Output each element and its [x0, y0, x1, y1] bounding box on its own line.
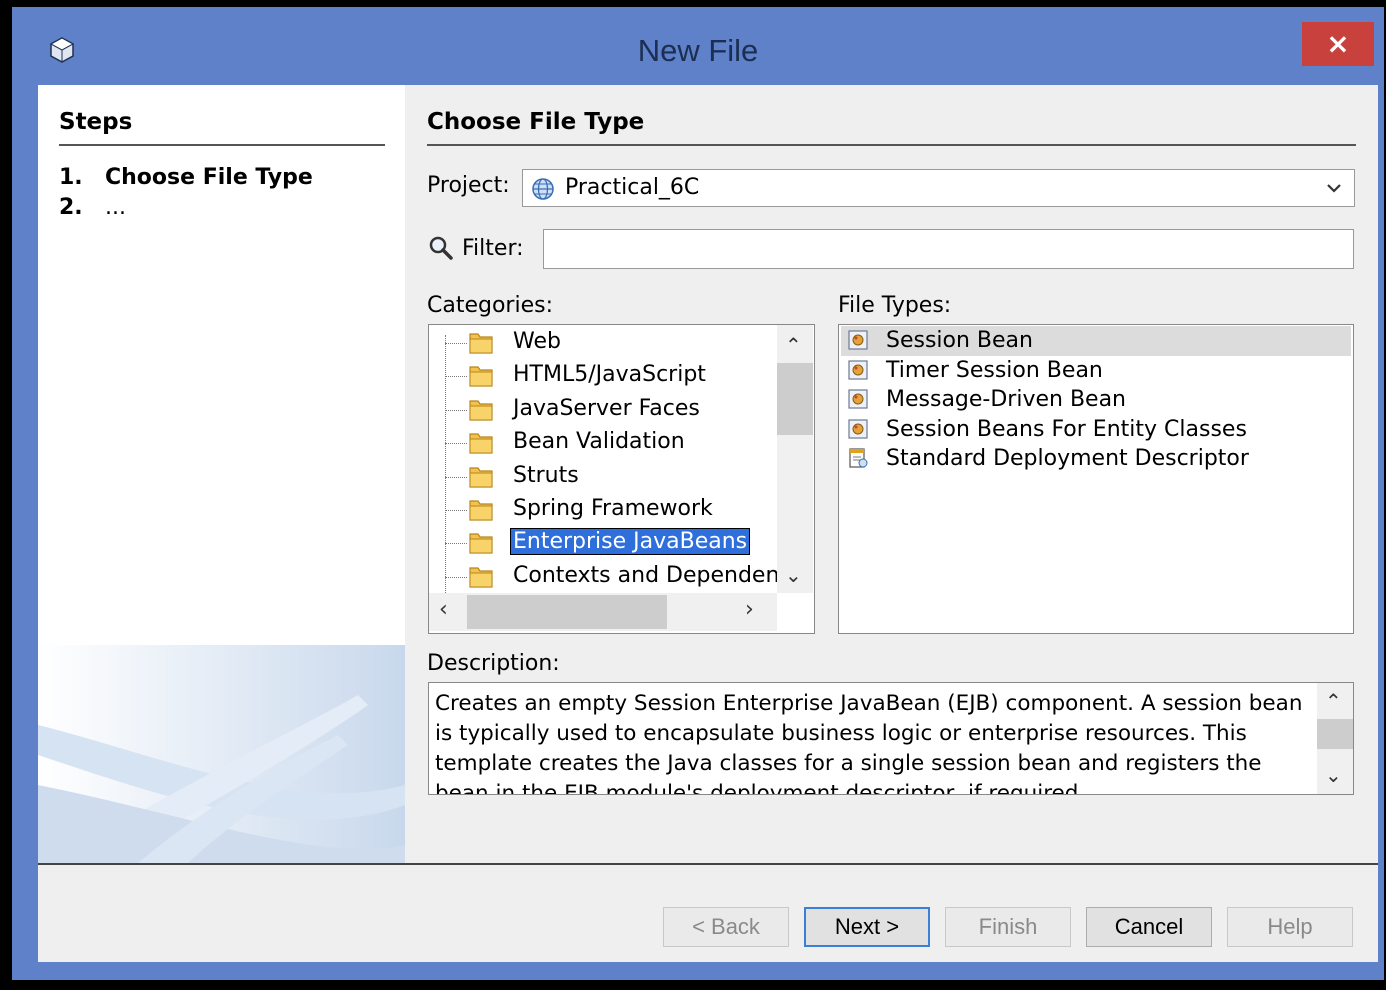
decorative-swoosh — [38, 645, 405, 863]
folder-icon — [469, 533, 493, 554]
category-label: Web — [513, 329, 561, 354]
scroll-down-icon[interactable]: ⌄ — [1325, 763, 1342, 787]
window-title: New File — [637, 33, 759, 68]
folder-icon — [469, 366, 493, 387]
scroll-right-icon[interactable]: › — [745, 597, 754, 622]
file-type-label: Session Beans For Entity Classes — [886, 416, 1247, 442]
bean-icon — [848, 330, 868, 350]
scroll-thumb[interactable] — [1317, 719, 1353, 749]
file-type-label: Standard Deployment Descriptor — [886, 446, 1249, 472]
category-item[interactable]: Struts — [429, 461, 779, 493]
category-item[interactable]: JavaServer Faces — [429, 394, 779, 426]
steps-heading: Steps — [59, 109, 133, 135]
categories-vertical-scrollbar[interactable]: ⌃ ⌄ — [777, 325, 813, 593]
step-label: Choose File Type — [105, 165, 313, 190]
file-type-item[interactable]: Timer Session Bean — [841, 356, 1351, 386]
bean-icon — [848, 419, 868, 439]
category-label: Contexts and Dependenc — [513, 562, 792, 588]
folder-icon — [469, 433, 493, 454]
scroll-down-icon[interactable]: ⌄ — [785, 563, 802, 587]
chevron-down-icon — [1327, 184, 1341, 193]
globe-icon — [532, 178, 554, 200]
back-button[interactable]: < Back — [663, 907, 789, 947]
category-label: Struts — [513, 462, 579, 488]
category-label: Spring Framework — [513, 496, 713, 521]
file-type-item[interactable]: Message-Driven Bean — [841, 385, 1351, 415]
step-2: 2.... — [59, 195, 126, 220]
help-button[interactable]: Help — [1227, 907, 1353, 947]
steps-divider — [59, 144, 385, 146]
file-type-label: Session Bean — [886, 328, 1033, 353]
description-label: Description: — [427, 651, 560, 676]
category-item[interactable]: Web — [429, 327, 779, 359]
category-label: Enterprise JavaBeans — [509, 528, 751, 556]
category-item[interactable]: Contexts and Dependenc — [429, 561, 791, 593]
file-type-item[interactable]: Session Bean — [841, 326, 1351, 356]
scroll-thumb[interactable] — [777, 363, 813, 435]
filter-label: Filter: — [462, 236, 524, 261]
file-type-item[interactable]: Session Beans For Entity Classes — [841, 415, 1351, 445]
folder-icon — [469, 466, 493, 488]
categories-tree[interactable]: Web HTML5/JavaScript JavaServer Faces Bean … — [428, 324, 815, 634]
next-button[interactable]: Next > — [804, 907, 930, 947]
page-title: Choose File Type — [427, 109, 645, 135]
scroll-left-icon[interactable]: ‹ — [439, 597, 448, 622]
steps-panel: Steps 1. Choose File Type 2.... — [38, 85, 405, 863]
categories-label: Categories: — [427, 293, 553, 318]
file-types-label: File Types: — [838, 293, 952, 318]
category-label: HTML5/JavaScript — [513, 362, 706, 388]
file-types-list[interactable]: Session Bean Timer Session Bean Message-Dr… — [838, 324, 1354, 634]
file-type-label: Message-Driven Bean — [886, 387, 1127, 413]
footer-divider — [38, 863, 1378, 865]
description-scrollbar[interactable]: ⌃ ⌄ — [1317, 683, 1353, 794]
category-label: Bean Validation — [513, 429, 685, 455]
heading-divider — [427, 144, 1356, 146]
filter-input[interactable] — [543, 229, 1354, 269]
project-label: Project: — [427, 173, 510, 198]
project-value: Practical_6C — [565, 175, 700, 200]
dialog-body: Steps 1. Choose File Type 2.... Choose Fi… — [38, 85, 1378, 962]
scroll-up-icon[interactable]: ⌃ — [785, 333, 802, 357]
new-file-dialog: New File × Steps 1. Choose File Type 2. … — [12, 7, 1384, 980]
title-bar[interactable]: New File × — [12, 7, 1384, 85]
bean-icon — [848, 359, 868, 380]
scroll-up-icon[interactable]: ⌃ — [1325, 689, 1342, 713]
step-number: 2. — [59, 195, 83, 220]
folder-icon — [469, 567, 493, 588]
cancel-button[interactable]: Cancel — [1086, 907, 1212, 947]
step-number: 1. — [59, 165, 83, 190]
category-item[interactable]: Spring Framework — [429, 494, 779, 526]
category-item[interactable]: Enterprise JavaBeans — [429, 527, 779, 559]
file-type-item[interactable]: Standard Deployment Descriptor — [841, 444, 1351, 474]
category-item[interactable]: HTML5/JavaScript — [429, 360, 779, 392]
folder-icon — [469, 400, 493, 421]
search-icon — [429, 236, 453, 260]
step-1: 1. Choose File Type — [59, 165, 313, 190]
description-text: Creates an empty Session Enterprise Java… — [435, 691, 1303, 795]
category-item[interactable]: Bean Validation — [429, 427, 779, 459]
bean-icon — [848, 389, 868, 409]
step-label: ... — [105, 195, 126, 220]
file-type-label: Timer Session Bean — [886, 357, 1103, 383]
category-label: JavaServer Faces — [513, 395, 700, 421]
finish-button[interactable]: Finish — [945, 907, 1071, 947]
folder-icon — [469, 500, 493, 521]
project-dropdown[interactable]: Practical_6C — [522, 169, 1355, 207]
descriptor-icon — [849, 448, 868, 468]
close-button[interactable]: × — [1302, 22, 1374, 66]
folder-icon — [469, 333, 493, 354]
categories-horizontal-scrollbar[interactable]: ‹ › — [429, 593, 777, 631]
description-box[interactable]: Creates an empty Session Enterprise Java… — [428, 682, 1354, 795]
scroll-thumb[interactable] — [467, 595, 667, 629]
